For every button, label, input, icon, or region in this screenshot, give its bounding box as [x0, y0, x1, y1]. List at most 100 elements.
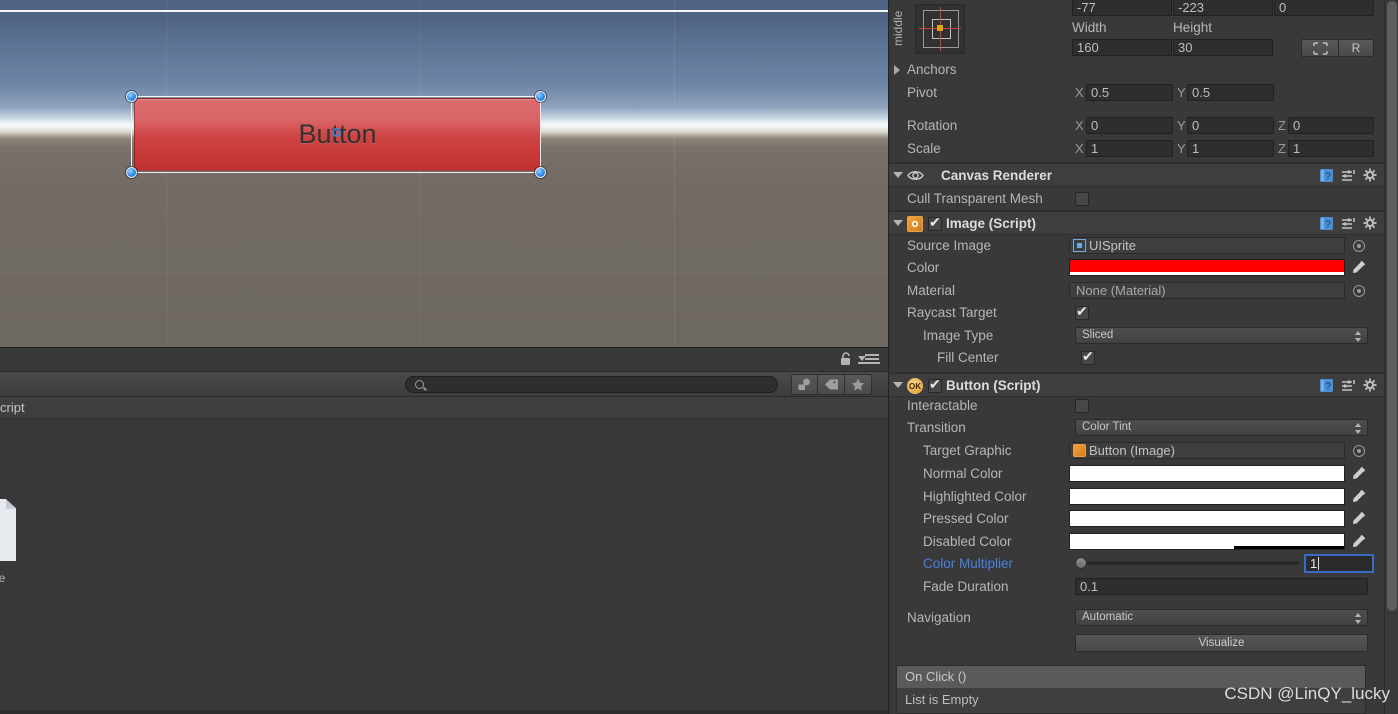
- component-header-icons: ?: [1319, 168, 1378, 183]
- rotation-x-axis: X: [1075, 118, 1084, 133]
- rotation-z-field[interactable]: 0: [1288, 117, 1374, 134]
- panel-menu-icon[interactable]: [858, 354, 880, 365]
- breadcrumb-label: cript: [0, 400, 25, 415]
- material-row: Material None (Material): [889, 279, 1384, 302]
- fade-duration-field[interactable]: 0.1: [1075, 578, 1368, 595]
- pivot-handle[interactable]: [332, 128, 341, 137]
- eyedropper-icon[interactable]: [1351, 466, 1366, 481]
- resize-handle-bottom-right[interactable]: [535, 167, 546, 178]
- preset-sliders-icon[interactable]: [1341, 216, 1356, 231]
- target-graphic-row: Target Graphic Button (Image): [889, 439, 1384, 462]
- highlighted-color-swatch[interactable]: [1069, 488, 1345, 505]
- gear-icon[interactable]: [1363, 378, 1378, 393]
- width-field[interactable]: 160: [1072, 39, 1172, 56]
- pos-x-field[interactable]: -77: [1072, 0, 1172, 16]
- anchors-row[interactable]: Anchors: [889, 58, 1384, 81]
- highlighted-color-label: Highlighted Color: [923, 489, 1027, 504]
- object-picker-icon[interactable]: [1353, 240, 1365, 252]
- help-book-icon[interactable]: ?: [1319, 216, 1334, 231]
- inspector-scrollbar[interactable]: [1384, 0, 1398, 714]
- navigation-value: Automatic: [1082, 611, 1134, 623]
- resize-handle-bottom-left[interactable]: [126, 167, 137, 178]
- material-field[interactable]: None (Material): [1069, 282, 1345, 299]
- image-type-label: Image Type: [923, 328, 994, 343]
- project-asset-grid[interactable]: # pe: [0, 419, 888, 714]
- interactable-checkbox[interactable]: [1075, 399, 1089, 413]
- scale-z-field[interactable]: 1: [1288, 140, 1374, 157]
- visualize-button[interactable]: Visualize: [1075, 634, 1368, 652]
- color-multiplier-slider-track[interactable]: [1075, 562, 1299, 565]
- target-graphic-field[interactable]: Button (Image): [1069, 442, 1345, 459]
- cull-transparent-mesh-checkbox[interactable]: [1075, 192, 1089, 206]
- preset-sliders-icon[interactable]: [1341, 168, 1356, 183]
- scale-x-field[interactable]: 1: [1086, 140, 1173, 157]
- source-image-field[interactable]: UISprite: [1069, 237, 1345, 254]
- button-enabled-checkbox[interactable]: [928, 376, 942, 393]
- chevron-down-icon[interactable]: [893, 382, 903, 388]
- image-type-dropdown[interactable]: Sliced: [1075, 327, 1368, 344]
- pivot-x-field[interactable]: 0.5: [1086, 84, 1173, 101]
- fill-center-checkbox[interactable]: [1081, 348, 1095, 365]
- image-enabled-checkbox[interactable]: [928, 214, 942, 231]
- object-picker-icon[interactable]: [1353, 285, 1365, 297]
- scale-y-field[interactable]: 1: [1187, 140, 1274, 157]
- rotation-y-field[interactable]: 0: [1187, 117, 1274, 134]
- eyedropper-icon[interactable]: [1351, 534, 1366, 549]
- resize-handle-top-right[interactable]: [535, 91, 546, 102]
- disabled-color-swatch[interactable]: [1069, 533, 1345, 550]
- image-color-swatch[interactable]: [1069, 259, 1345, 276]
- eyedropper-icon[interactable]: [1351, 489, 1366, 504]
- source-image-row: Source Image UISprite: [889, 234, 1384, 257]
- search-input[interactable]: [405, 376, 778, 393]
- gear-icon[interactable]: [1363, 216, 1378, 231]
- breadcrumb[interactable]: cript: [0, 397, 888, 419]
- chevron-right-icon[interactable]: [894, 65, 900, 75]
- favorite-star-icon[interactable]: [845, 374, 872, 395]
- eyedropper-icon[interactable]: [1351, 511, 1366, 526]
- color-multiplier-field[interactable]: 1: [1304, 554, 1374, 573]
- pos-z-field[interactable]: 0: [1274, 0, 1374, 16]
- normal-color-swatch[interactable]: [1069, 465, 1345, 482]
- normal-color-row: Normal Color: [889, 462, 1384, 485]
- pivot-row: Pivot X 0.5 Y 0.5: [889, 81, 1384, 104]
- image-color-label: Color: [907, 260, 940, 275]
- chevron-down-icon[interactable]: [893, 172, 903, 178]
- transition-dropdown[interactable]: Color Tint: [1075, 419, 1368, 436]
- color-multiplier-value: 1: [1310, 556, 1318, 571]
- raycast-target-checkbox[interactable]: [1075, 303, 1089, 320]
- scene-grid-line: [166, 0, 167, 347]
- component-header-canvas-renderer[interactable]: Canvas Renderer ?: [889, 163, 1384, 187]
- component-header-image-script[interactable]: Image (Script) ?: [889, 211, 1384, 235]
- gear-icon[interactable]: [1363, 168, 1378, 183]
- preset-sliders-icon[interactable]: [1341, 378, 1356, 393]
- disabled-color-label: Disabled Color: [923, 534, 1012, 549]
- pos-y-field[interactable]: -223: [1173, 0, 1273, 16]
- inspector-scrollbar-thumb[interactable]: [1387, 1, 1397, 611]
- project-toolbar: [0, 372, 888, 397]
- canvas-top-edge-line: [0, 10, 888, 12]
- filter-by-label-icon[interactable]: [818, 374, 845, 395]
- chevron-updown-icon: [1355, 331, 1362, 342]
- resize-handle-top-left[interactable]: [126, 91, 137, 102]
- filter-by-type-icon[interactable]: [791, 374, 818, 395]
- lock-icon[interactable]: [840, 352, 852, 366]
- pivot-y-field[interactable]: 0.5: [1187, 84, 1274, 101]
- watermark: CSDN @LinQY_lucky: [1224, 684, 1390, 703]
- pressed-color-swatch[interactable]: [1069, 510, 1345, 527]
- help-book-icon[interactable]: ?: [1319, 378, 1334, 393]
- image-component-icon: [1073, 444, 1086, 457]
- color-multiplier-slider-knob[interactable]: [1075, 557, 1087, 569]
- object-picker-icon[interactable]: [1353, 445, 1365, 457]
- csharp-script-file-icon[interactable]: #: [0, 499, 16, 561]
- help-book-icon[interactable]: ?: [1319, 168, 1334, 183]
- component-title: Canvas Renderer: [941, 168, 1053, 183]
- blueprint-mode-button[interactable]: [1301, 39, 1339, 57]
- scene-view[interactable]: Button: [0, 0, 888, 347]
- raw-edit-mode-button[interactable]: R: [1339, 39, 1374, 57]
- height-field[interactable]: 30: [1173, 39, 1273, 56]
- chevron-down-icon[interactable]: [893, 220, 903, 226]
- rotation-x-field[interactable]: 0: [1086, 117, 1173, 134]
- svg-text:?: ?: [1325, 220, 1331, 231]
- eyedropper-icon[interactable]: [1351, 260, 1366, 275]
- navigation-dropdown[interactable]: Automatic: [1075, 609, 1368, 626]
